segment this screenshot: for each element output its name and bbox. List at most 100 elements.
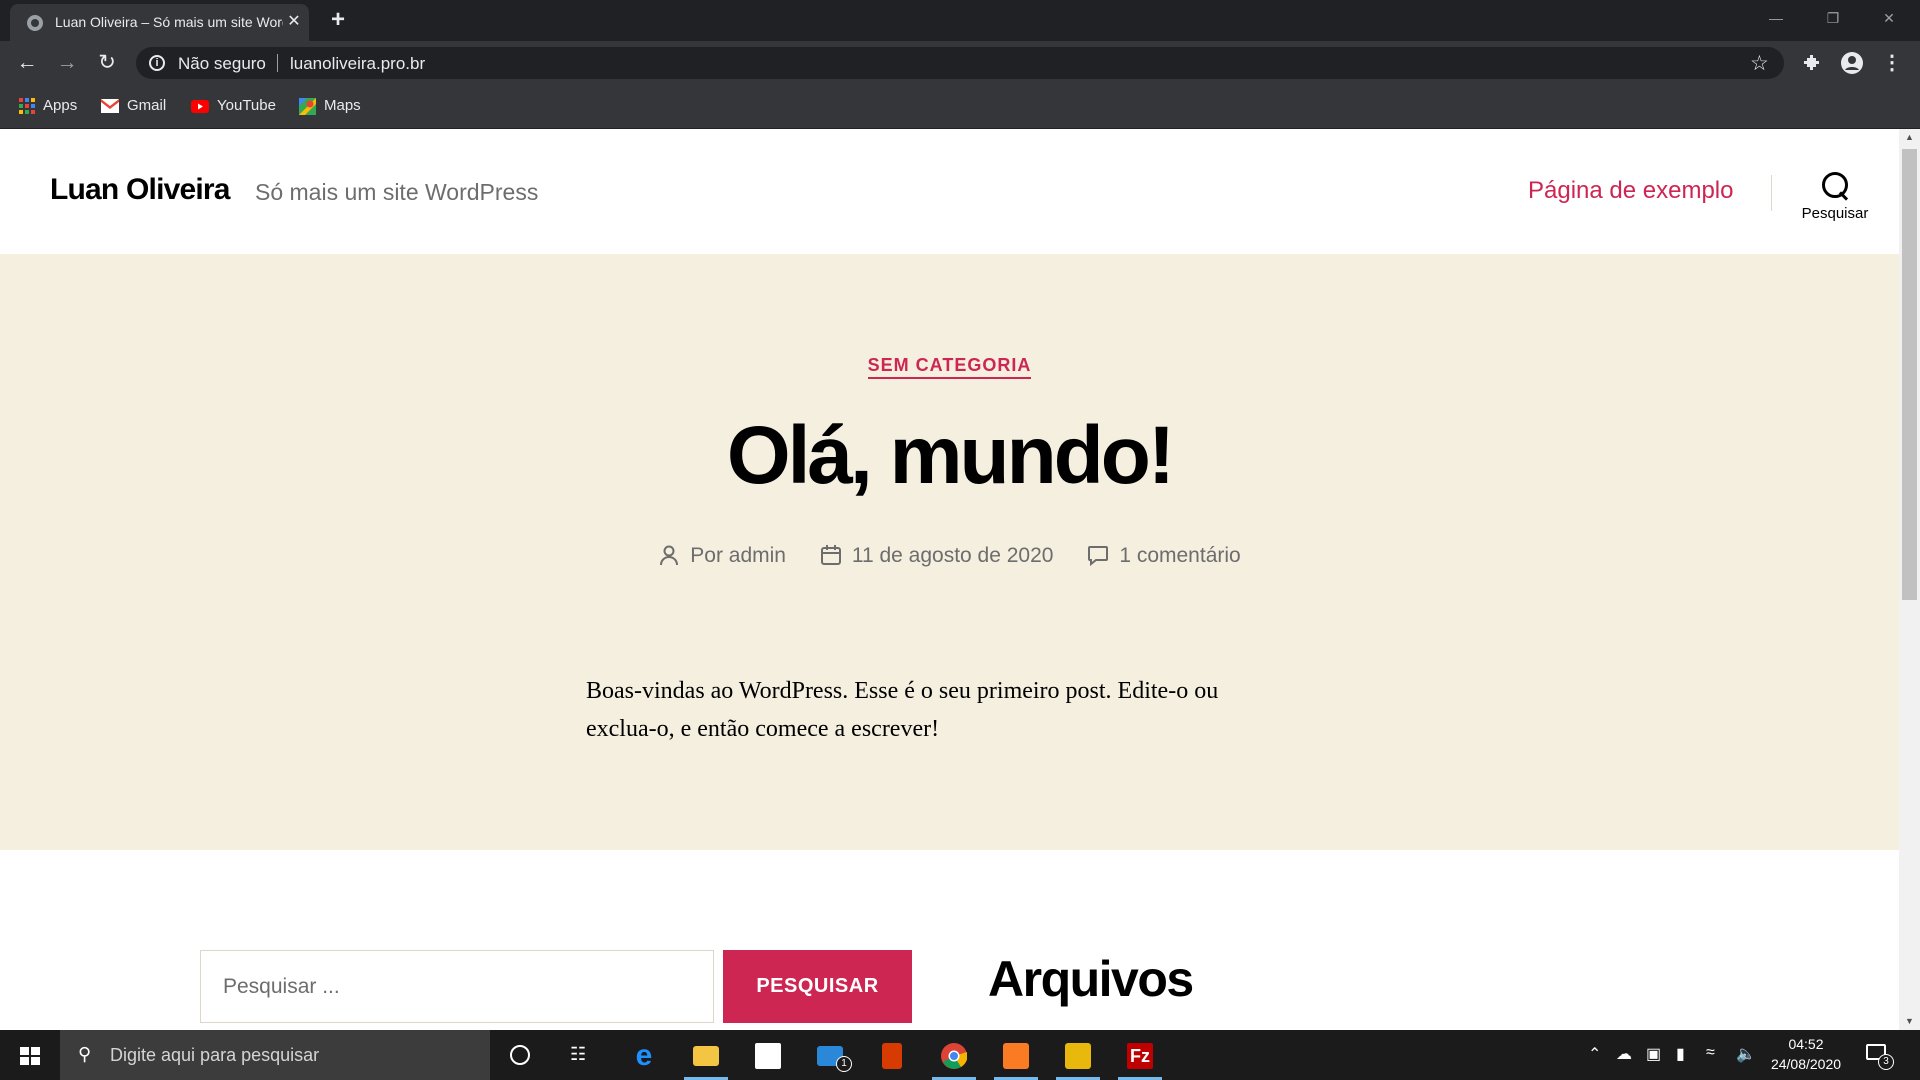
taskbar-app-xampp[interactable] [986, 1030, 1046, 1080]
windows-logo-icon [20, 1047, 40, 1065]
filezilla-icon: Fz [1127, 1043, 1153, 1069]
search-input[interactable] [200, 950, 714, 1023]
cortana-button[interactable] [490, 1030, 550, 1080]
site-title[interactable]: Luan Oliveira [50, 173, 230, 207]
browser-toolbar: ← → ↻ i Não seguro luanoliveira.pro.br ☆… [0, 41, 1920, 85]
post-date[interactable]: 11 de agosto de 2020 [820, 544, 1054, 568]
start-button[interactable] [0, 1030, 60, 1080]
bookmark-youtube[interactable]: YouTube [191, 95, 276, 117]
bookmark-label: Gmail [127, 97, 167, 114]
search-submit-button[interactable]: PESQUISAR [723, 950, 912, 1023]
maps-icon [299, 97, 316, 115]
taskbar-app-file-explorer[interactable] [676, 1030, 736, 1080]
menu-icon[interactable]: ⋮ [1877, 48, 1907, 78]
notification-badge: 3 [1878, 1054, 1894, 1070]
windows-taskbar: ⚲ Digite aqui para pesquisar ☷ e 1 Fz ⌃ [0, 1030, 1920, 1080]
show-hidden-icons-icon[interactable]: ⌃ [1588, 1044, 1601, 1064]
category-link-wrapper: SEM CATEGORIA [0, 355, 1899, 379]
taskbar-app-store[interactable] [738, 1030, 798, 1080]
edge-icon: e [635, 1039, 653, 1072]
taskbar-search-box[interactable]: ⚲ Digite aqui para pesquisar [60, 1030, 490, 1080]
reload-button[interactable]: ↻ [92, 48, 122, 78]
browser-tab[interactable]: Luan Oliveira – Só mais um site WordPres… [10, 4, 309, 41]
search-toggle-label: Pesquisar [1801, 205, 1869, 222]
site-header: Luan Oliveira Só mais um site WordPress … [0, 129, 1899, 254]
globe-icon [27, 15, 43, 31]
forward-button[interactable]: → [52, 48, 82, 78]
info-icon[interactable]: i [149, 55, 165, 71]
gmail-icon [101, 99, 119, 114]
mail-badge: 1 [836, 1056, 852, 1072]
bookmark-gmail[interactable]: Gmail [101, 95, 166, 117]
office-icon [882, 1043, 902, 1069]
nav-link-example-page[interactable]: Página de exemplo [1528, 177, 1733, 205]
category-link[interactable]: SEM CATEGORIA [867, 355, 1032, 379]
url-text[interactable]: luanoliveira.pro.br [290, 54, 425, 74]
taskbar-search-placeholder: Digite aqui para pesquisar [110, 1045, 320, 1065]
volume-icon[interactable]: 🔈 [1736, 1044, 1756, 1064]
scroll-down-arrow[interactable]: ▼ [1899, 1013, 1920, 1030]
scroll-thumb[interactable] [1902, 149, 1917, 600]
address-bar[interactable]: i Não seguro luanoliveira.pro.br ☆ [136, 47, 1784, 79]
wifi-icon[interactable]: ≈ [1706, 1044, 1715, 1062]
bookmark-label: YouTube [217, 97, 276, 114]
bookmark-maps[interactable]: Maps [299, 95, 361, 117]
battery-icon[interactable]: ▮ [1676, 1044, 1685, 1064]
chrome-icon [941, 1043, 967, 1069]
close-window-button[interactable]: ✕ [1866, 4, 1912, 32]
search-icon [1821, 171, 1849, 201]
taskbar-app-mail[interactable]: 1 [800, 1030, 860, 1080]
post-date-text: 11 de agosto de 2020 [851, 544, 1054, 567]
clock-time[interactable]: 04:52 [1776, 1036, 1836, 1052]
browser-tab-bar: Luan Oliveira – Só mais um site WordPres… [0, 0, 1920, 41]
taskbar-app-chrome[interactable] [924, 1030, 984, 1080]
scroll-up-arrow[interactable]: ▲ [1899, 129, 1920, 146]
archives-heading: Arquivos [988, 951, 1194, 1007]
taskbar-app-filezilla[interactable]: Fz [1110, 1030, 1170, 1080]
back-button[interactable]: ← [12, 48, 42, 78]
post-content: Boas-vindas ao WordPress. Esse é o seu p… [586, 678, 1219, 743]
post-comments-text: 1 comentário [1119, 544, 1241, 567]
user-icon [660, 545, 679, 566]
site-description: Só mais um site WordPress [255, 179, 539, 205]
comment-icon [1088, 546, 1109, 566]
minimize-button[interactable]: — [1753, 4, 1799, 32]
scrollbar[interactable]: ▲ ▼ [1899, 129, 1920, 1030]
taskbar-app-edge[interactable]: e [614, 1030, 674, 1080]
taskbar-app-network-tool[interactable] [1048, 1030, 1108, 1080]
post-meta: Por admin 11 de agosto de 2020 1 comentá… [0, 544, 1899, 568]
calendar-icon [820, 545, 841, 565]
extensions-icon[interactable] [1797, 48, 1827, 78]
cortana-icon [510, 1045, 530, 1065]
bookmarks-bar: Apps Gmail YouTube Maps [0, 85, 1920, 129]
post-header: SEM CATEGORIA Olá, mundo! Por admin 11 d… [0, 254, 1899, 850]
close-tab-icon[interactable]: ✕ [284, 12, 304, 32]
folder-icon [693, 1046, 719, 1066]
new-tab-button[interactable]: + [326, 7, 350, 33]
post-comments[interactable]: 1 comentário [1087, 544, 1241, 568]
header-divider [1771, 175, 1772, 211]
search-toggle-button[interactable]: Pesquisar [1790, 171, 1880, 231]
clock-date[interactable]: 24/08/2020 [1766, 1056, 1846, 1072]
search-icon: ⚲ [78, 1044, 92, 1064]
onedrive-icon[interactable]: ☁ [1616, 1044, 1632, 1064]
post-title[interactable]: Olá, mundo! [0, 409, 1899, 503]
url-divider [277, 54, 278, 72]
post-author[interactable]: Por admin [658, 544, 786, 568]
network-tool-icon [1065, 1043, 1091, 1069]
task-view-button[interactable]: ☷ [550, 1030, 610, 1080]
post-author-text: Por admin [690, 544, 786, 567]
footer-widgets: PESQUISAR Arquivos [0, 850, 1899, 1030]
security-label[interactable]: Não seguro [178, 54, 266, 74]
bookmark-star-icon[interactable]: ☆ [1750, 51, 1769, 76]
youtube-icon [191, 99, 209, 113]
taskbar-app-office[interactable] [862, 1030, 922, 1080]
action-center-button[interactable]: 3 [1864, 1040, 1894, 1070]
restore-button[interactable]: ❐ [1810, 4, 1856, 32]
bookmark-label: Apps [43, 97, 78, 114]
bookmark-apps[interactable]: Apps [19, 95, 77, 117]
apps-grid-icon [19, 98, 35, 115]
defender-icon[interactable]: ▣ [1646, 1044, 1661, 1064]
profile-icon[interactable] [1837, 48, 1867, 78]
bookmark-label: Maps [324, 97, 361, 114]
